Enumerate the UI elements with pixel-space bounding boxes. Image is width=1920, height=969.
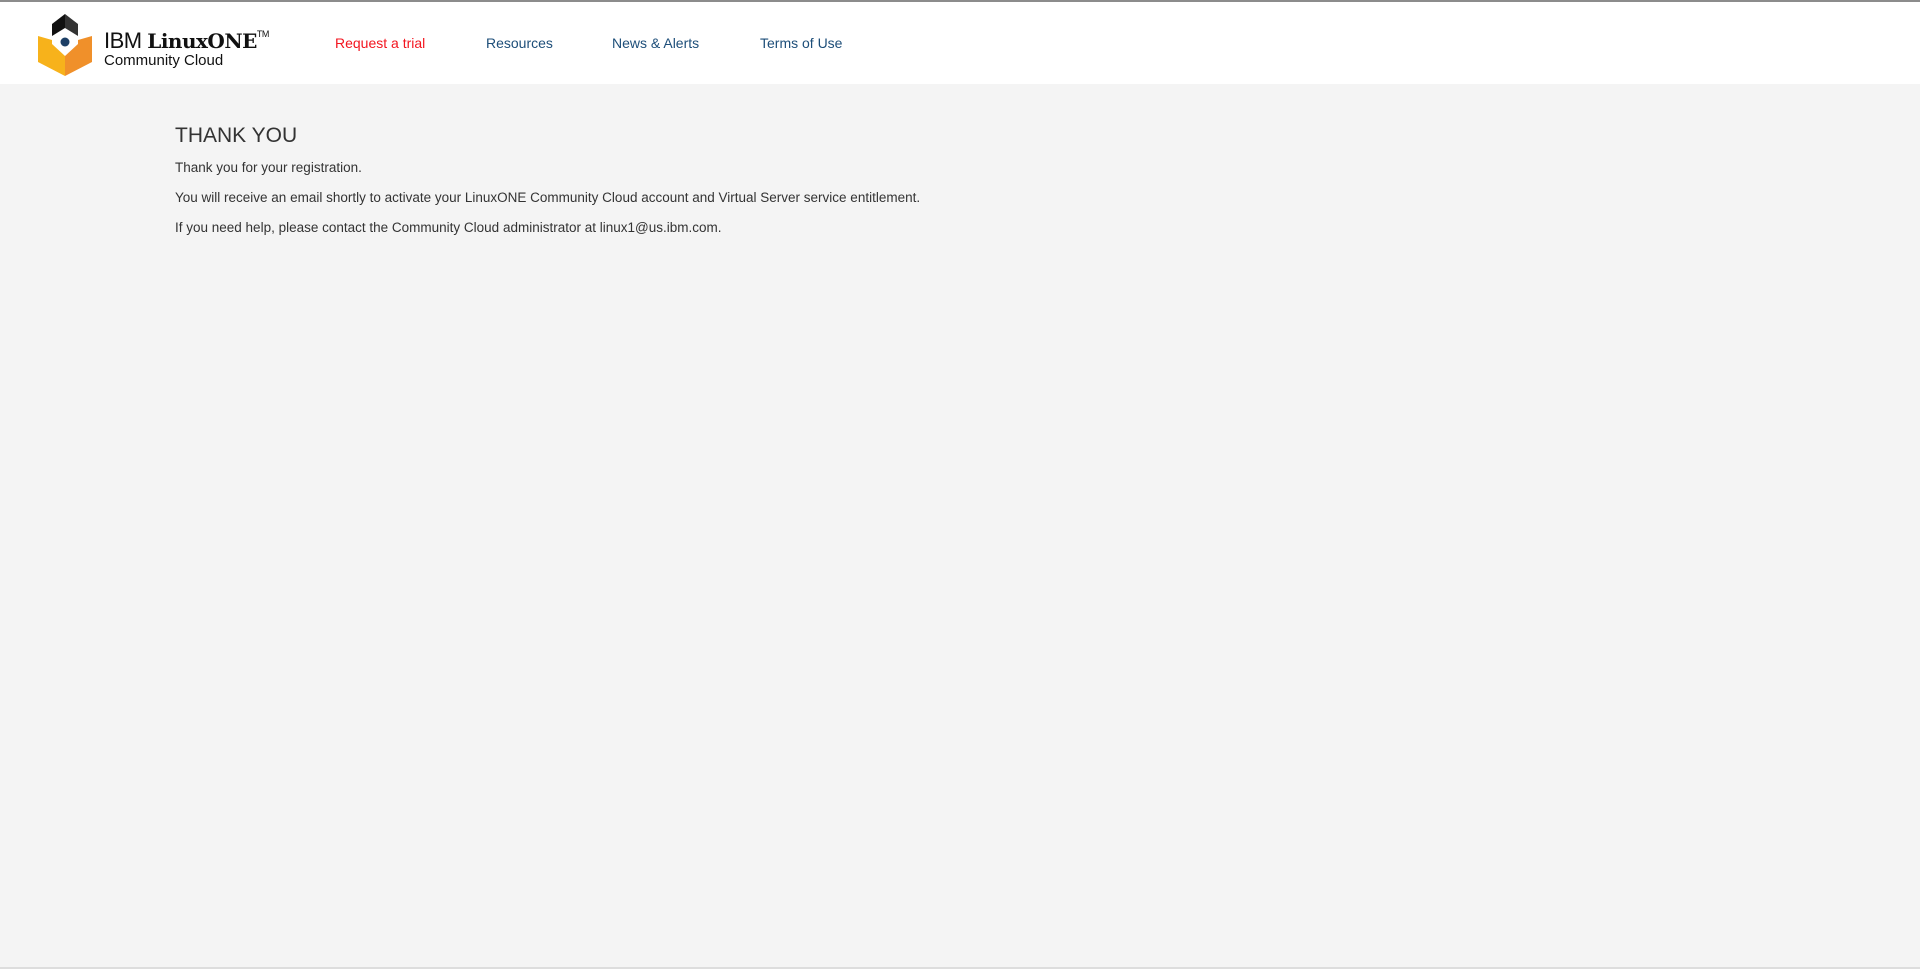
thank-you-content: THANK YOU Thank you for your registratio… xyxy=(175,124,920,250)
page-title: THANK YOU xyxy=(175,124,298,147)
registration-message: Thank you for your registration. xyxy=(175,160,362,175)
nav-resources[interactable]: Resources xyxy=(486,35,553,51)
ibm-linuxone-logo[interactable]: IBM LinuxONETM Community Cloud xyxy=(38,14,269,76)
nav-news-alerts[interactable]: News & Alerts xyxy=(612,35,699,51)
nav-terms-of-use[interactable]: Terms of Use xyxy=(760,35,842,51)
linuxone-logo-icon xyxy=(38,14,92,76)
activation-message: You will receive an email shortly to act… xyxy=(175,190,921,205)
help-message: If you need help, please contact the Com… xyxy=(175,220,722,235)
logo-text: IBM LinuxONETM Community Cloud xyxy=(104,28,269,69)
nav-request-trial[interactable]: Request a trial xyxy=(335,35,425,51)
site-header: IBM LinuxONETM Community Cloud Request a… xyxy=(0,0,1920,84)
